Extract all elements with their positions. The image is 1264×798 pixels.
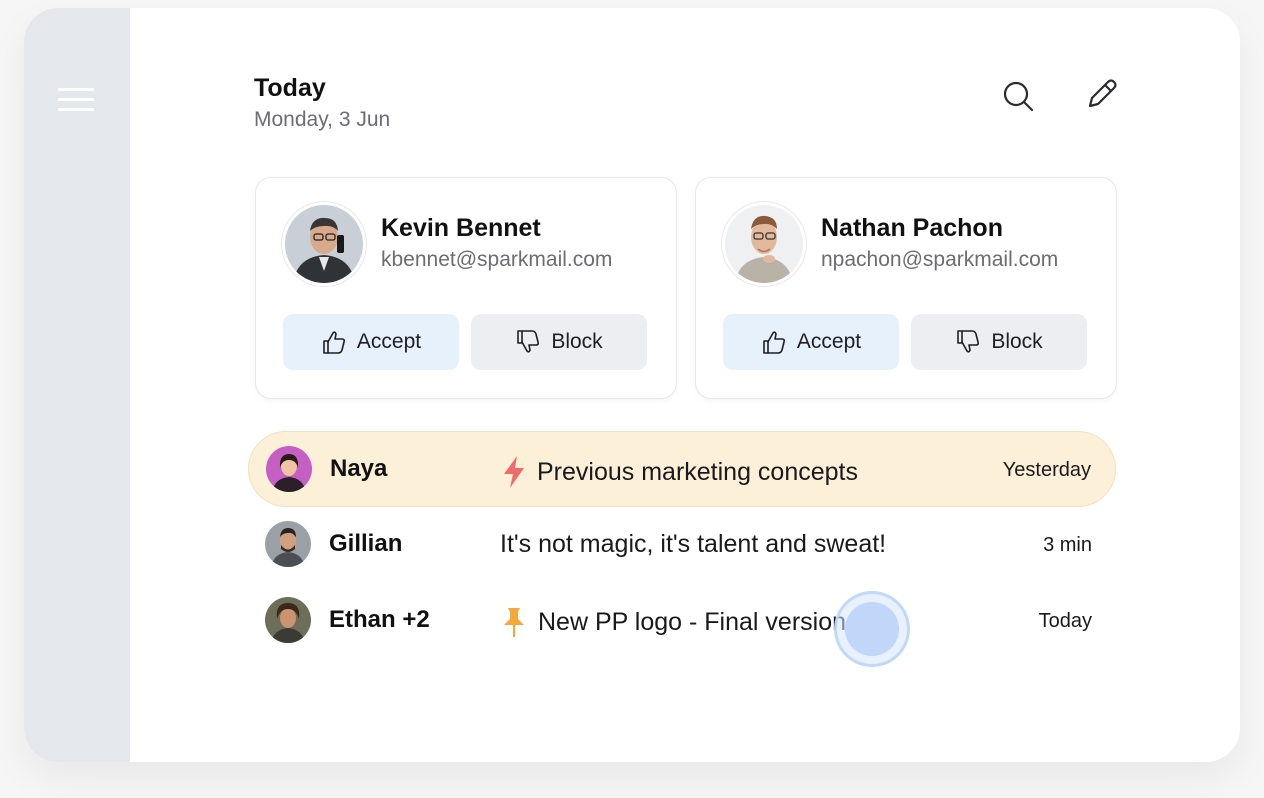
request-email: npachon@sparkmail.com [821, 248, 1059, 271]
message-time: Yesterday [1002, 459, 1091, 481]
request-name: Kevin Bennet [381, 214, 541, 242]
message-time: 3 min [1043, 534, 1092, 556]
message-sender: Gillian [329, 530, 403, 557]
accept-label: Accept [356, 330, 422, 353]
message-subject: It's not magic, it's talent and sweat! [500, 530, 886, 559]
message-subject-text: Previous marketing concepts [537, 457, 858, 486]
page-date: Monday, 3 Jun [254, 108, 391, 131]
message-subject-text: New PP logo - Final version [538, 607, 847, 636]
accept-button[interactable]: Accept [283, 314, 459, 370]
avatar [722, 202, 806, 286]
message-row[interactable]: Naya Previous marketing concepts Yesterd… [248, 431, 1116, 507]
message-row[interactable]: Gillian It's not magic, it's talent and … [248, 507, 1116, 583]
app-window: Today Monday, 3 Jun Kevin Bennet kbennet… [24, 8, 1240, 762]
avatar [265, 521, 311, 567]
block-label: Block [991, 330, 1043, 353]
thumbs-up-icon [763, 331, 785, 354]
message-subject-text: It's not magic, it's talent and sweat! [500, 530, 887, 558]
pin-icon [504, 608, 524, 637]
avatar [266, 446, 312, 492]
block-button[interactable]: Block [471, 314, 647, 370]
avatar [265, 597, 311, 643]
hamburger-icon[interactable] [58, 88, 94, 112]
request-email: kbennet@sparkmail.com [381, 248, 613, 271]
block-button[interactable]: Block [911, 314, 1087, 370]
thumbs-down-icon [957, 330, 980, 353]
search-icon[interactable] [1000, 78, 1036, 114]
thumbs-up-icon [323, 331, 345, 354]
message-sender: Naya [330, 455, 388, 482]
message-subject: Previous marketing concepts [501, 455, 858, 489]
sidebar [24, 8, 130, 762]
touch-indicator [834, 591, 910, 667]
contact-request-card: Kevin Bennet kbennet@sparkmail.com Accep… [255, 177, 677, 399]
request-name: Nathan Pachon [821, 214, 1003, 242]
page-title: Today [254, 74, 326, 102]
pencil-icon[interactable] [1084, 76, 1120, 112]
message-subject: New PP logo - Final version [500, 606, 846, 638]
avatar [282, 202, 366, 286]
message-sender: Ethan +2 [329, 606, 430, 633]
accept-label: Accept [796, 330, 862, 353]
thumbs-down-icon [517, 330, 540, 353]
lightning-icon [504, 456, 524, 488]
contact-request-card: Nathan Pachon npachon@sparkmail.com Acce… [695, 177, 1117, 399]
block-label: Block [551, 330, 603, 353]
message-time: Today [1038, 610, 1092, 632]
accept-button[interactable]: Accept [723, 314, 899, 370]
message-row[interactable]: Ethan +2 New PP logo - Final version Tod… [248, 583, 1116, 659]
